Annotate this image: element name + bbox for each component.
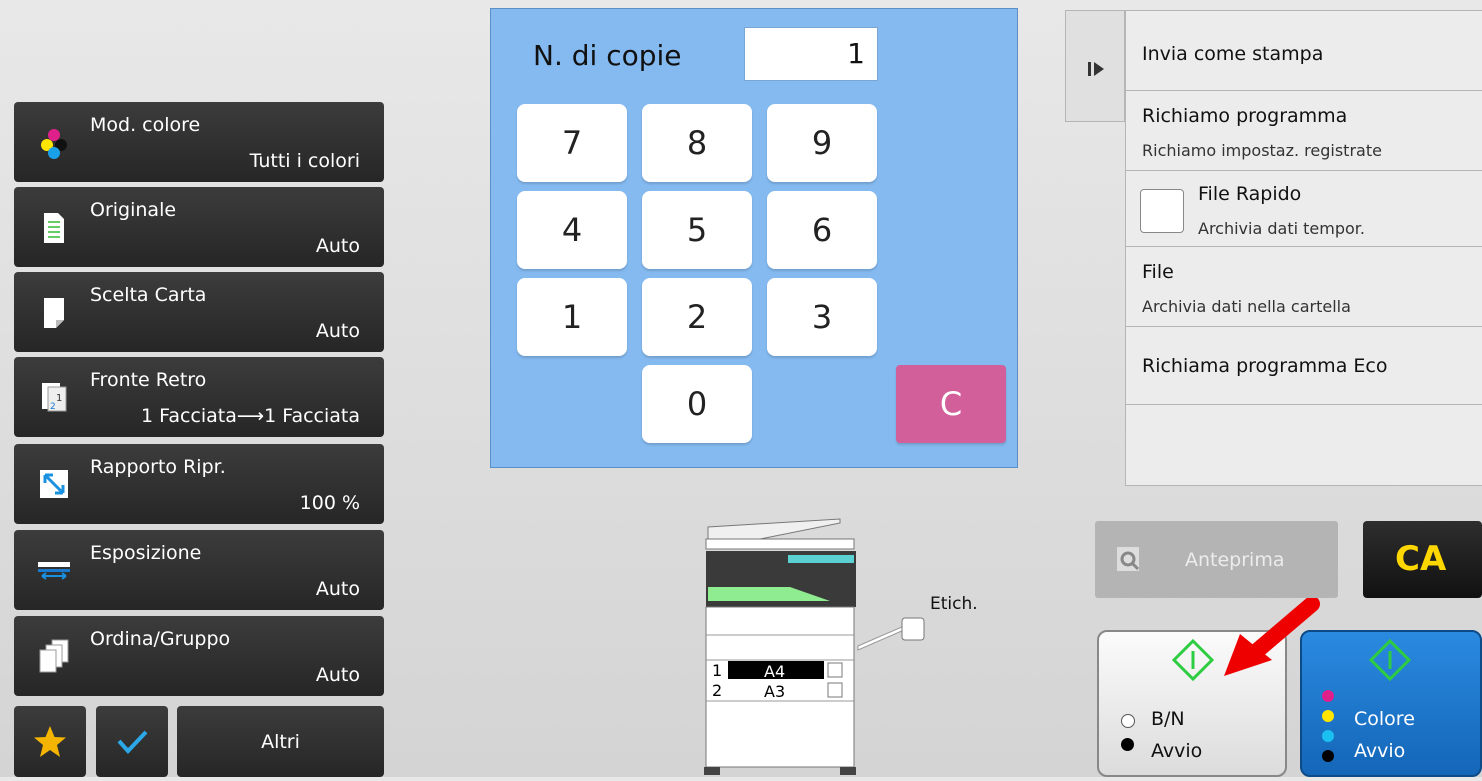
- cmyk-dots-icon: [1322, 690, 1334, 762]
- clear-all-button[interactable]: CA: [1363, 521, 1482, 598]
- svg-text:2: 2: [50, 402, 56, 412]
- machine-illustration: 1 A4 2 A3: [700, 515, 865, 777]
- send-as-print-item[interactable]: Invia come stampa: [1126, 11, 1482, 91]
- function-label: Mod. colore: [90, 114, 201, 136]
- recall-program-sub: Richiamo impostaz. registrate: [1142, 141, 1382, 160]
- key-1[interactable]: 1: [517, 278, 627, 356]
- tray-1-size: A4: [764, 662, 786, 681]
- file-item[interactable]: File Archivia dati nella cartella: [1126, 247, 1482, 327]
- function-value: Tutti i colori: [249, 150, 360, 172]
- key-0[interactable]: 0: [642, 365, 752, 443]
- copies-value: 1: [847, 37, 865, 70]
- function-value: 100 %: [299, 492, 360, 514]
- key-9[interactable]: 9: [767, 104, 877, 182]
- function-value: Auto: [315, 664, 360, 686]
- copies-keypad-panel: N. di copie 1 7 8 9 4 5 6 1 2 3 0 C: [490, 8, 1018, 468]
- color-mode-button[interactable]: Mod. colore Tutti i colori: [14, 102, 384, 182]
- file-sub: Archivia dati nella cartella: [1142, 297, 1351, 316]
- color-start-label: Avvio: [1354, 740, 1406, 762]
- exposure-icon: [38, 562, 70, 580]
- sort-group-button[interactable]: Ordina/Gruppo Auto: [14, 616, 384, 696]
- function-value: 1 Facciata⟶1 Facciata: [141, 405, 360, 427]
- ratio-icon: [40, 470, 68, 498]
- favorites-button[interactable]: [14, 706, 86, 777]
- exposure-button[interactable]: Esposizione Auto: [14, 530, 384, 610]
- recall-program-item[interactable]: Richiamo programma Richiamo impostaz. re…: [1126, 91, 1482, 171]
- right-action-panel: Invia come stampa Richiamo programma Ric…: [1125, 10, 1482, 486]
- red-arrow-icon: [1224, 598, 1320, 676]
- label-tag-text: Etich.: [930, 594, 978, 614]
- others-button[interactable]: Altri: [177, 706, 384, 777]
- clear-key[interactable]: C: [896, 365, 1006, 443]
- copies-label: N. di copie: [533, 39, 682, 72]
- duplex-button[interactable]: 1 2 Fronte Retro 1 Facciata⟶1 Facciata: [14, 357, 384, 437]
- original-document-icon: [44, 213, 64, 243]
- sort-group-icon: [39, 639, 69, 673]
- eco-program-title: Richiama programma Eco: [1142, 355, 1388, 377]
- tray-2-number: 2: [712, 681, 723, 700]
- color-mode-icon: [41, 129, 67, 159]
- preview-label: Anteprima: [1185, 549, 1285, 571]
- preview-button[interactable]: Anteprima: [1095, 521, 1338, 598]
- bw-start-label: Avvio: [1151, 740, 1203, 762]
- key-3[interactable]: 3: [767, 278, 877, 356]
- quick-file-title: File Rapido: [1198, 183, 1302, 205]
- star-icon: [34, 725, 66, 757]
- bw-label: B/N: [1151, 708, 1185, 730]
- copies-input[interactable]: 1: [744, 27, 878, 81]
- checkmark-icon: [117, 730, 148, 754]
- function-label: Fronte Retro: [90, 369, 207, 391]
- copier-machine-icon: [704, 518, 856, 775]
- tray-2-size: A3: [764, 682, 786, 701]
- file-title: File: [1142, 261, 1174, 283]
- check-button[interactable]: [96, 706, 168, 777]
- function-label: Ordina/Gruppo: [90, 628, 231, 650]
- preview-magnifier-icon: [1117, 547, 1140, 571]
- key-4[interactable]: 4: [517, 191, 627, 269]
- label-pointer-icon: [857, 617, 925, 651]
- function-value: Auto: [315, 320, 360, 342]
- start-icon: [1368, 638, 1412, 682]
- paper-select-icon: [44, 298, 64, 328]
- svg-text:1: 1: [56, 393, 62, 404]
- black-dot-icon: [1121, 738, 1134, 751]
- function-value: Auto: [315, 578, 360, 600]
- function-label: Originale: [90, 199, 177, 221]
- function-label: Rapporto Ripr.: [90, 456, 226, 478]
- duplex-icon: 1 2: [42, 383, 67, 412]
- quick-file-sub: Archivia dati tempor.: [1198, 219, 1365, 238]
- key-8[interactable]: 8: [642, 104, 752, 182]
- recall-program-title: Richiamo programma: [1142, 105, 1348, 127]
- key-6[interactable]: 6: [767, 191, 877, 269]
- color-label: Colore: [1354, 708, 1415, 730]
- key-5[interactable]: 5: [642, 191, 752, 269]
- paper-select-button[interactable]: Scelta Carta Auto: [14, 272, 384, 352]
- others-label: Altri: [261, 730, 300, 753]
- bw-dot-icon: [1121, 714, 1135, 728]
- tray-1-number: 1: [712, 661, 723, 680]
- expand-arrow-icon: [1088, 62, 1104, 76]
- function-label: Esposizione: [90, 542, 202, 564]
- clear-all-label: CA: [1395, 539, 1447, 579]
- key-7[interactable]: 7: [517, 104, 627, 182]
- panel-toggle-button[interactable]: [1065, 10, 1125, 122]
- function-value: Auto: [315, 235, 360, 257]
- function-label: Scelta Carta: [90, 284, 207, 306]
- quick-file-checkbox[interactable]: [1140, 189, 1184, 233]
- send-as-print-label: Invia come stampa: [1142, 43, 1324, 65]
- eco-program-item[interactable]: Richiama programma Eco: [1126, 327, 1482, 405]
- start-icon: [1171, 638, 1215, 682]
- quick-file-item[interactable]: File Rapido Archivia dati tempor.: [1126, 171, 1482, 247]
- original-button[interactable]: Originale Auto: [14, 187, 384, 267]
- ratio-button[interactable]: Rapporto Ripr. 100 %: [14, 444, 384, 524]
- key-2[interactable]: 2: [642, 278, 752, 356]
